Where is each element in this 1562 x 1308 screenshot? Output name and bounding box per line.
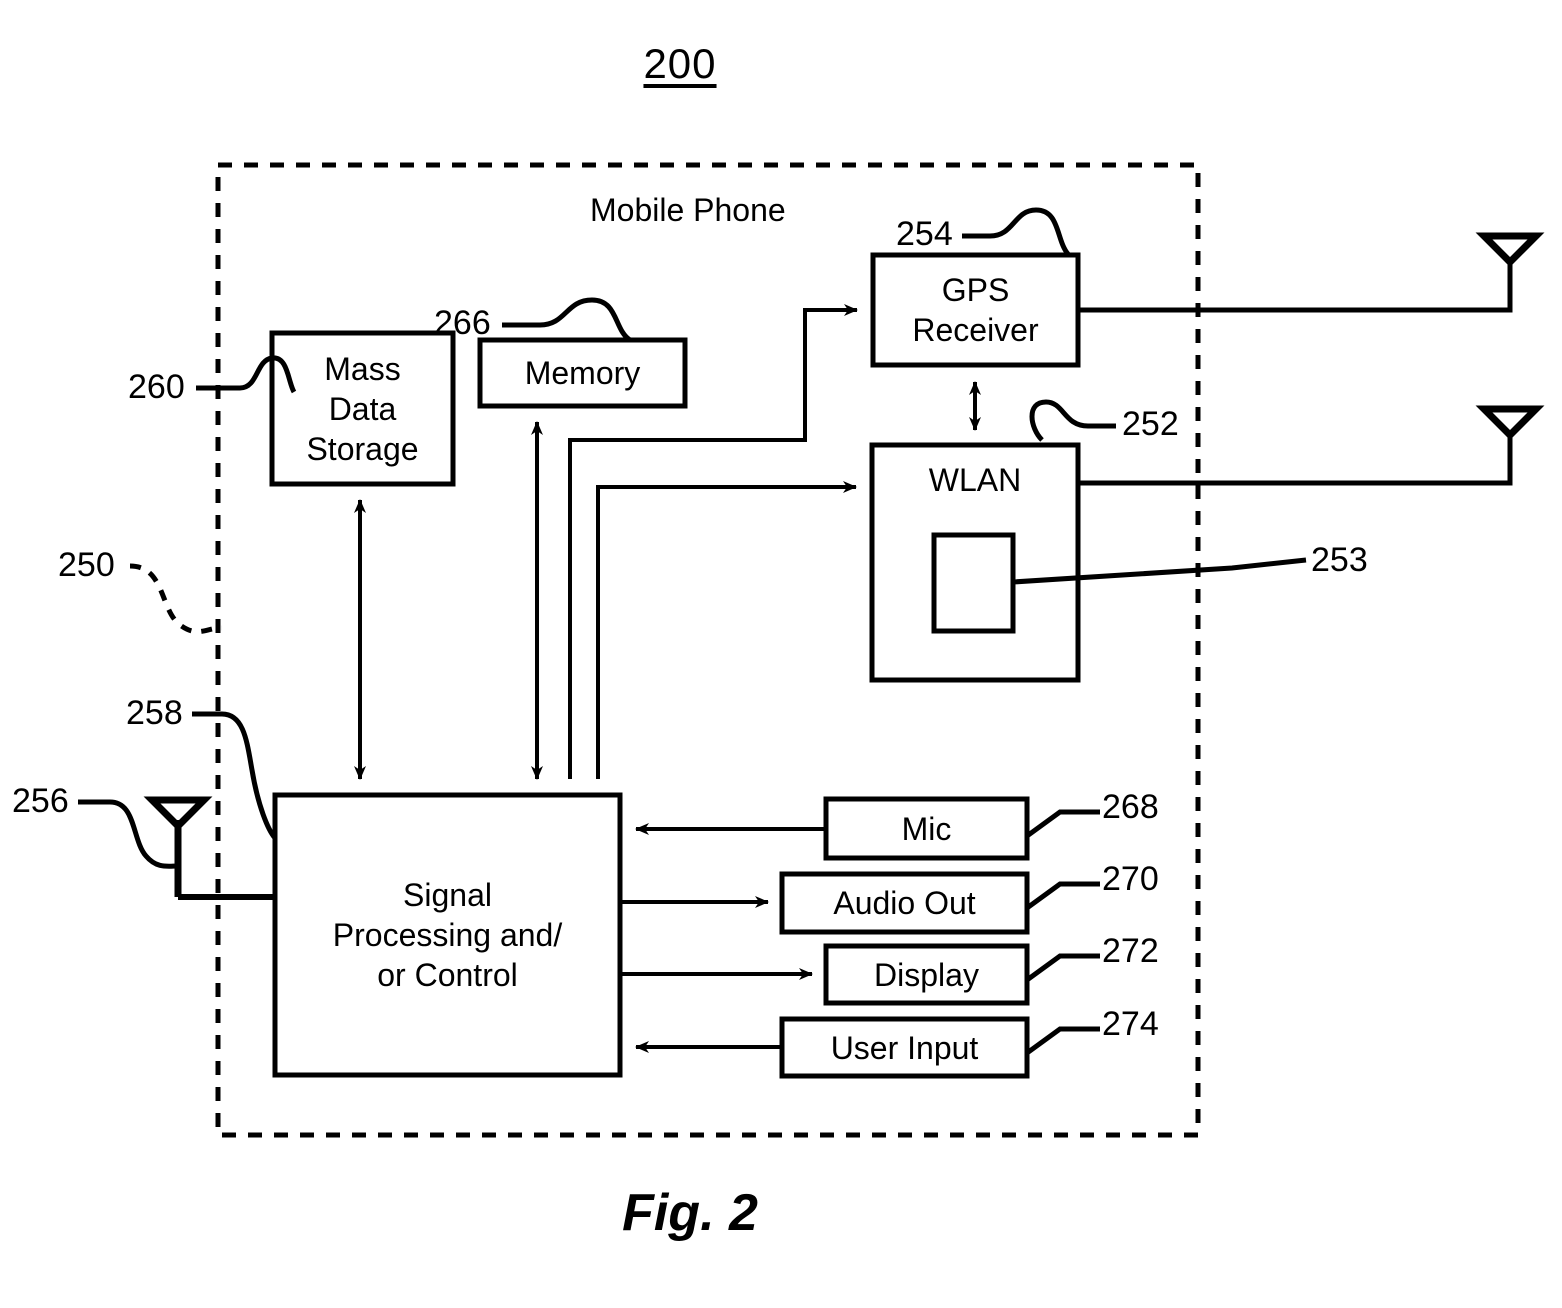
- mass-data-storage-label: Mass Data Storage: [306, 350, 419, 467]
- connector-gps-antenna: [1078, 258, 1513, 313]
- leader-268: [1025, 809, 1100, 839]
- leader-252: [1029, 399, 1116, 442]
- leader-274: [1025, 1026, 1100, 1056]
- ref-number-252: 252: [1122, 405, 1179, 443]
- memory-label: Memory: [524, 355, 641, 391]
- gps-receiver-label: GPS Receiver: [912, 272, 1039, 348]
- connector-signalproc-wlan: [596, 481, 857, 779]
- wlan-label: WLAN: [928, 462, 1022, 498]
- leader-258: [192, 711, 277, 840]
- leader-250: [129, 563, 223, 635]
- ref-number-260: 260: [128, 368, 185, 406]
- ref-number-266: 266: [434, 304, 491, 342]
- leader-254: [962, 207, 1071, 256]
- ref-number-254: 254: [896, 215, 953, 253]
- ref-number-270: 270: [1102, 860, 1159, 898]
- leader-270: [1025, 881, 1100, 911]
- display-label: Display: [874, 956, 979, 993]
- ref-number-256: 256: [12, 782, 69, 820]
- figure-number-text: 200: [643, 40, 717, 87]
- audio-out-label: Audio Out: [833, 885, 976, 921]
- wlan-inner-module-box[interactable]: [931, 532, 1016, 634]
- figure-number: 200: [580, 40, 780, 88]
- ref-number-274: 274: [1102, 1005, 1159, 1043]
- gps-antenna-icon: [1475, 232, 1545, 267]
- wlan-antenna-icon: [1475, 405, 1545, 440]
- signal-processing-label: Signal Processing and/ or Control: [332, 877, 563, 993]
- figure-caption: Fig. 2: [622, 1184, 758, 1242]
- ref-number-250: 250: [58, 546, 115, 584]
- leader-266: [502, 297, 632, 343]
- ref-number-268: 268: [1102, 788, 1159, 826]
- mobile-phone-label: Mobile Phone: [590, 192, 786, 228]
- ref-number-258: 258: [126, 694, 183, 732]
- ref-number-253: 253: [1311, 541, 1368, 579]
- user-input-label: User Input: [830, 1029, 979, 1066]
- mic-label: Mic: [901, 810, 952, 847]
- ref-number-272: 272: [1102, 932, 1159, 970]
- leader-272: [1025, 953, 1100, 983]
- figure-page: 200 Mobile Phone Mass Data Storage Memor…: [0, 0, 1562, 1308]
